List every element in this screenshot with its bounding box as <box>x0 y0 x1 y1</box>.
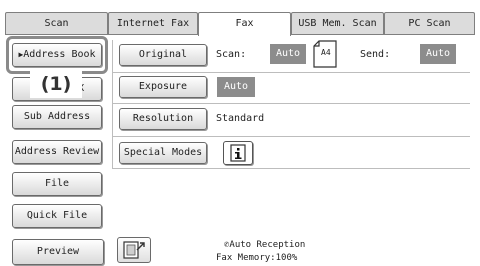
tab-scan[interactable]: Scan <box>5 12 108 34</box>
row-divider <box>112 72 470 73</box>
info-button[interactable] <box>223 141 253 165</box>
original-button[interactable]: Original <box>119 44 207 66</box>
send-value-badge: Auto <box>420 44 456 64</box>
paper-size-icon: A4 <box>313 40 337 68</box>
image-send-button[interactable] <box>117 237 151 263</box>
tab-usb-mem-scan[interactable]: USB Mem. Scan <box>291 12 384 34</box>
callout-label: (1) <box>30 70 82 98</box>
resolution-value: Standard <box>216 113 265 124</box>
scan-label: Scan: <box>216 49 247 60</box>
mode-tabs: Scan Internet Fax Fax USB Mem. Scan PC S… <box>5 12 475 36</box>
image-send-icon <box>123 241 145 259</box>
scan-value-badge: Auto <box>270 44 306 64</box>
file-button[interactable]: File <box>12 172 102 196</box>
fax-memory-status: Fax Memory:100% <box>216 253 298 263</box>
address-book-highlight <box>6 36 108 74</box>
address-review-button[interactable]: Address Review <box>12 140 102 164</box>
tab-internet-fax[interactable]: Internet Fax <box>108 12 198 34</box>
send-label: Send: <box>360 49 391 60</box>
row-divider <box>112 168 470 169</box>
row-divider <box>112 136 470 137</box>
special-modes-button[interactable]: Special Modes <box>119 142 207 164</box>
tab-fax[interactable]: Fax <box>198 12 291 36</box>
auto-reception-status: ✆Auto Reception <box>224 240 306 250</box>
info-icon <box>230 144 246 162</box>
resolution-button[interactable]: Resolution <box>119 108 207 130</box>
exposure-value-badge: Auto <box>217 77 255 97</box>
preview-button[interactable]: Preview <box>12 239 104 265</box>
sub-address-button[interactable]: Sub Address <box>12 105 102 129</box>
tab-pc-scan[interactable]: PC Scan <box>384 12 475 34</box>
row-divider <box>112 103 470 104</box>
quick-file-button[interactable]: Quick File <box>12 204 102 228</box>
exposure-button[interactable]: Exposure <box>119 76 207 98</box>
